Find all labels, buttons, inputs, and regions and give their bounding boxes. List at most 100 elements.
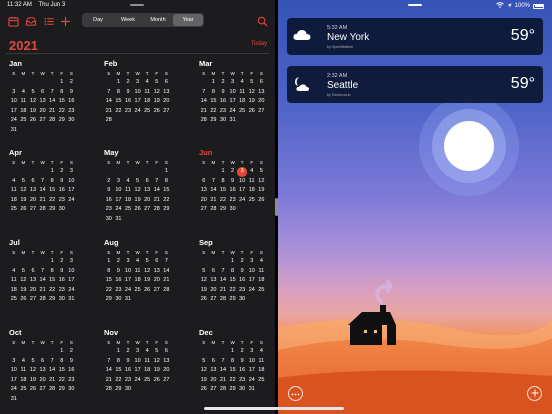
day-cell[interactable]: 19 — [28, 107, 38, 117]
day-cell[interactable]: 7 — [152, 177, 162, 187]
day-cell[interactable]: 6 — [257, 78, 267, 88]
day-cell[interactable]: 9 — [67, 357, 77, 367]
day-cell[interactable]: 14 — [218, 366, 228, 376]
day-cell[interactable]: 5 — [152, 347, 162, 357]
day-cell[interactable]: 3 — [9, 357, 19, 367]
day-cell[interactable]: 26 — [142, 286, 152, 296]
day-cell[interactable]: 1 — [114, 347, 124, 357]
weather-card-new-york[interactable]: 5:32 AM New York by OpenWeather 59° — [287, 18, 543, 55]
day-cell[interactable]: 15 — [228, 276, 238, 286]
day-cell[interactable]: 2 — [114, 257, 124, 267]
day-cell[interactable]: 29 — [162, 205, 172, 215]
day-cell[interactable]: 28 — [209, 205, 219, 215]
day-cell[interactable]: 21 — [38, 286, 48, 296]
day-cell[interactable]: 7 — [38, 267, 48, 277]
day-cell[interactable]: 18 — [237, 97, 247, 107]
day-cell[interactable]: 25 — [237, 107, 247, 117]
day-cell[interactable]: 29 — [47, 295, 57, 305]
weather-card-seattle[interactable]: 2:32 AM Seattle by Tomorrow.io 59° — [287, 66, 543, 103]
day-cell[interactable]: 26 — [199, 295, 209, 305]
day-cell[interactable]: 1 — [209, 78, 219, 88]
day-cell[interactable]: 17 — [9, 107, 19, 117]
day-cell[interactable]: 29 — [228, 385, 238, 395]
day-cell[interactable]: 27 — [209, 295, 219, 305]
day-cell[interactable]: 27 — [38, 385, 48, 395]
day-cell[interactable]: 12 — [199, 366, 209, 376]
more-button[interactable] — [288, 386, 303, 401]
day-cell[interactable]: 29 — [57, 116, 67, 126]
day-cell[interactable]: 17 — [133, 97, 143, 107]
day-cell[interactable]: 13 — [209, 366, 219, 376]
day-cell[interactable]: 10 — [114, 186, 124, 196]
day-cell[interactable]: 6 — [162, 347, 172, 357]
day-cell[interactable]: 23 — [67, 107, 77, 117]
day-cell[interactable]: 25 — [9, 205, 19, 215]
day-cell[interactable]: 19 — [257, 186, 267, 196]
day-cell[interactable]: 4 — [133, 257, 143, 267]
day-cell[interactable]: 8 — [162, 177, 172, 187]
day-cell[interactable]: 23 — [237, 376, 247, 386]
day-cell[interactable]: 14 — [218, 276, 228, 286]
day-cell[interactable]: 31 — [9, 395, 19, 405]
day-cell[interactable]: 27 — [162, 107, 172, 117]
day-cell[interactable]: 17 — [247, 366, 257, 376]
day-cell[interactable]: 25 — [19, 116, 29, 126]
day-cell[interactable]: 27 — [209, 385, 219, 395]
day-cell[interactable]: 13 — [28, 276, 38, 286]
day-cell[interactable]: 3 — [67, 167, 77, 177]
day-cell[interactable]: 27 — [162, 376, 172, 386]
day-cell[interactable]: 5 — [19, 267, 29, 277]
day-cell[interactable]: 13 — [257, 88, 267, 98]
day-cell[interactable]: 1 — [47, 257, 57, 267]
day-cell[interactable]: 6 — [152, 257, 162, 267]
day-cell[interactable]: 18 — [9, 286, 19, 296]
day-cell[interactable]: 19 — [199, 286, 209, 296]
inbox-icon[interactable] — [24, 14, 38, 28]
day-cell[interactable]: 6 — [142, 177, 152, 187]
day-cell[interactable]: 21 — [199, 107, 209, 117]
day-cell[interactable]: 31 — [123, 295, 133, 305]
day-cell[interactable]: 10 — [9, 97, 19, 107]
day-cell[interactable]: 2 — [104, 177, 114, 187]
day-cell[interactable]: 13 — [38, 97, 48, 107]
segment-year[interactable]: Year — [173, 14, 203, 26]
day-cell[interactable]: 28 — [104, 116, 114, 126]
day-cell[interactable]: 17 — [133, 366, 143, 376]
day-cell[interactable]: 24 — [114, 205, 124, 215]
day-cell[interactable]: 3 — [247, 347, 257, 357]
day-cell[interactable]: 20 — [209, 286, 219, 296]
day-cell[interactable]: 22 — [47, 196, 57, 206]
day-cell[interactable]: 1 — [47, 167, 57, 177]
day-cell[interactable]: 4 — [142, 78, 152, 88]
day-cell[interactable]: 17 — [237, 186, 247, 196]
day-cell[interactable]: 15 — [57, 366, 67, 376]
day-cell[interactable]: 8 — [114, 357, 124, 367]
day-cell[interactable]: 4 — [257, 347, 267, 357]
day-cell[interactable]: 22 — [114, 107, 124, 117]
day-cell[interactable]: 18 — [133, 276, 143, 286]
day-cell[interactable]: 22 — [57, 107, 67, 117]
day-cell[interactable]: 21 — [104, 376, 114, 386]
day-cell[interactable]: 12 — [28, 366, 38, 376]
day-cell[interactable]: 11 — [19, 97, 29, 107]
day-cell[interactable]: 24 — [237, 196, 247, 206]
day-cell[interactable]: 12 — [19, 276, 29, 286]
day-cell[interactable]: 27 — [199, 205, 209, 215]
day-cell[interactable]: 6 — [209, 357, 219, 367]
day-cell[interactable]: 18 — [19, 107, 29, 117]
day-cell[interactable]: 10 — [67, 267, 77, 277]
day-cell[interactable]: 30 — [218, 116, 228, 126]
day-cell[interactable]: 15 — [228, 366, 238, 376]
day-cell[interactable]: 24 — [9, 385, 19, 395]
day-cell[interactable]: 3 — [133, 78, 143, 88]
day-cell[interactable]: 21 — [209, 196, 219, 206]
day-cell[interactable]: 23 — [228, 196, 238, 206]
plus-icon[interactable] — [58, 14, 72, 28]
day-cell[interactable]: 27 — [152, 286, 162, 296]
day-cell[interactable]: 11 — [9, 186, 19, 196]
day-cell[interactable]: 2 — [228, 167, 238, 177]
day-cell[interactable]: 29 — [209, 116, 219, 126]
day-cell[interactable]: 1 — [218, 167, 228, 177]
day-cell[interactable]: 16 — [228, 186, 238, 196]
day-cell[interactable]: 29 — [57, 385, 67, 395]
